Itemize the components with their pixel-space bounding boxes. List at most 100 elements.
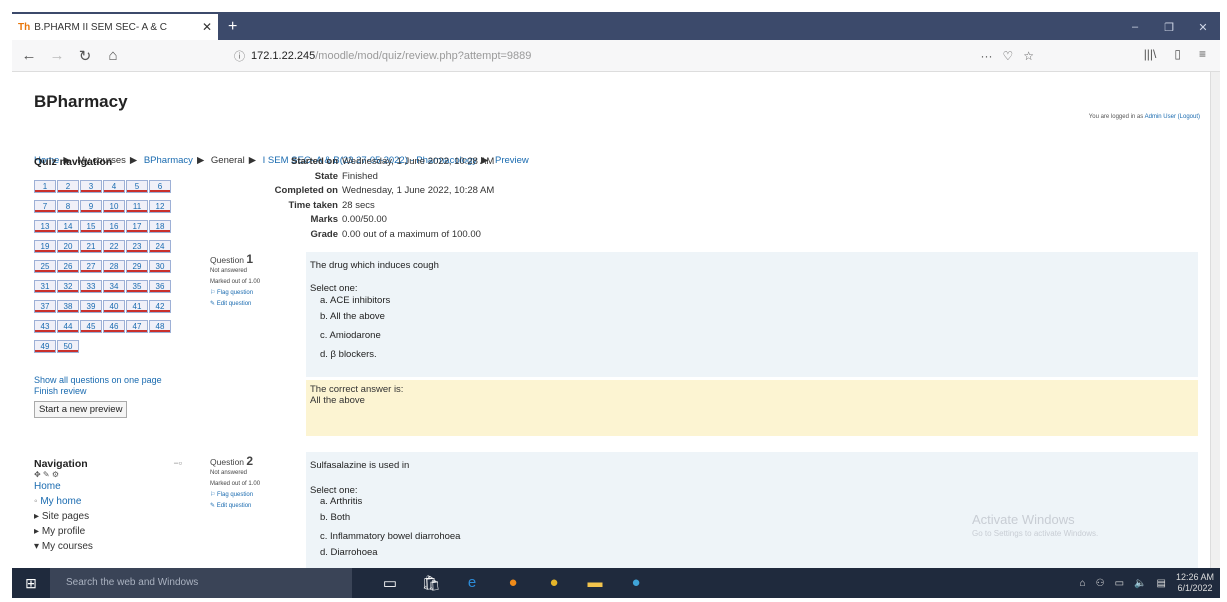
- windows-start-icon[interactable]: ⊞: [12, 575, 50, 592]
- quiz-question-button[interactable]: 19: [34, 240, 56, 253]
- user-link[interactable]: Admin User: [1145, 114, 1176, 120]
- store-icon[interactable]: 🛍: [421, 574, 441, 592]
- finish-review-link[interactable]: Finish review: [34, 386, 174, 397]
- quiz-question-button[interactable]: 26: [57, 260, 79, 273]
- quiz-question-button[interactable]: 37: [34, 300, 56, 313]
- quiz-question-button[interactable]: 35: [126, 280, 148, 293]
- quiz-question-button[interactable]: 21: [80, 240, 102, 253]
- quiz-question-button[interactable]: 34: [103, 280, 125, 293]
- nav-site-pages[interactable]: ▸ Site pages: [34, 509, 182, 524]
- quiz-question-button[interactable]: 40: [103, 300, 125, 313]
- quiz-question-button[interactable]: 42: [149, 300, 171, 313]
- breadcrumb-preview[interactable]: Preview: [495, 155, 529, 166]
- quiz-question-button[interactable]: 7: [34, 200, 56, 213]
- network-icon[interactable]: ⌂: [1080, 578, 1086, 589]
- start-new-preview-button[interactable]: Start a new preview: [34, 401, 128, 418]
- quiz-question-button[interactable]: 20: [57, 240, 79, 253]
- quiz-question-button[interactable]: 32: [57, 280, 79, 293]
- breadcrumb-course[interactable]: BPharmacy: [144, 155, 193, 166]
- url-bar[interactable]: ⓘ 172.1.22.245/moodle/mod/quiz/review.ph…: [234, 44, 1034, 68]
- pocket-icon[interactable]: ♡: [1002, 49, 1013, 63]
- quiz-question-button[interactable]: 29: [126, 260, 148, 273]
- quiz-question-button[interactable]: 1: [34, 180, 56, 193]
- edit-question-link[interactable]: ✎ Edit question: [210, 501, 310, 512]
- minimize-icon[interactable]: –: [1118, 21, 1152, 33]
- forward-icon[interactable]: →: [46, 47, 68, 64]
- show-all-questions-link[interactable]: Show all questions on one page: [34, 375, 174, 386]
- edit-question-link[interactable]: ✎ Edit question: [210, 299, 310, 310]
- nav-my-profile[interactable]: ▸ My profile: [34, 524, 182, 539]
- close-tab-icon[interactable]: ✕: [202, 20, 212, 34]
- bookmark-star-icon[interactable]: ☆: [1023, 49, 1034, 63]
- answer-option[interactable]: a. Arthritis: [306, 496, 1198, 508]
- file-explorer-icon[interactable]: ▬: [585, 574, 605, 592]
- quiz-question-button[interactable]: 6: [149, 180, 171, 193]
- taskbar-clock[interactable]: 12:26 AM 6/1/2022: [1176, 572, 1214, 594]
- edge-icon[interactable]: e: [462, 574, 482, 592]
- browser-tab[interactable]: Th B.PHARM II SEM SEC- A & C ✕: [12, 14, 218, 40]
- answer-option[interactable]: d. Diarrohoea: [306, 546, 1198, 560]
- quiz-question-button[interactable]: 28: [103, 260, 125, 273]
- task-view-icon[interactable]: ▭: [380, 574, 400, 592]
- nav-my-courses[interactable]: ▾ My courses: [34, 539, 182, 554]
- quiz-question-button[interactable]: 23: [126, 240, 148, 253]
- quiz-question-button[interactable]: 9: [80, 200, 102, 213]
- quiz-question-button[interactable]: 8: [57, 200, 79, 213]
- quiz-question-button[interactable]: 49: [34, 340, 56, 353]
- volume-icon[interactable]: 🔈: [1134, 578, 1146, 589]
- app-icon[interactable]: ●: [626, 574, 646, 592]
- quiz-question-button[interactable]: 27: [80, 260, 102, 273]
- vertical-scrollbar[interactable]: [1210, 72, 1220, 568]
- quiz-question-button[interactable]: 47: [126, 320, 148, 333]
- block-move-icons[interactable]: ✥ ✎ ⚙: [34, 470, 182, 479]
- quiz-question-button[interactable]: 50: [57, 340, 79, 353]
- quiz-question-button[interactable]: 16: [103, 220, 125, 233]
- breadcrumb-section[interactable]: General: [211, 155, 245, 166]
- quiz-question-button[interactable]: 22: [103, 240, 125, 253]
- quiz-question-button[interactable]: 14: [57, 220, 79, 233]
- firefox-icon[interactable]: ●: [503, 574, 523, 592]
- chrome-icon[interactable]: ●: [544, 574, 564, 592]
- page-actions-icon[interactable]: ···: [980, 49, 992, 63]
- quiz-question-button[interactable]: 43: [34, 320, 56, 333]
- quiz-question-button[interactable]: 10: [103, 200, 125, 213]
- quiz-question-button[interactable]: 46: [103, 320, 125, 333]
- quiz-question-button[interactable]: 3: [80, 180, 102, 193]
- answer-option[interactable]: a. ACE inhibitors: [306, 294, 1198, 307]
- taskbar-search[interactable]: Search the web and Windows: [50, 568, 352, 598]
- quiz-question-button[interactable]: 18: [149, 220, 171, 233]
- flag-question-link[interactable]: ⚐ Flag question: [210, 288, 310, 299]
- quiz-question-button[interactable]: 17: [126, 220, 148, 233]
- quiz-question-button[interactable]: 25: [34, 260, 56, 273]
- quiz-question-button[interactable]: 38: [57, 300, 79, 313]
- quiz-question-button[interactable]: 44: [57, 320, 79, 333]
- quiz-question-button[interactable]: 45: [80, 320, 102, 333]
- answer-option[interactable]: b. All the above: [306, 307, 1198, 326]
- quiz-question-button[interactable]: 33: [80, 280, 102, 293]
- notifications-icon[interactable]: ▤: [1157, 578, 1166, 589]
- new-tab-icon[interactable]: +: [228, 14, 237, 40]
- logout-link[interactable]: (Logout): [1178, 114, 1200, 120]
- nav-my-home[interactable]: ◦ My home: [34, 494, 182, 509]
- quiz-question-button[interactable]: 11: [126, 200, 148, 213]
- quiz-question-button[interactable]: 30: [149, 260, 171, 273]
- flag-question-link[interactable]: ⚐ Flag question: [210, 490, 310, 501]
- people-icon[interactable]: ⚇: [1096, 578, 1105, 589]
- quiz-question-button[interactable]: 39: [80, 300, 102, 313]
- back-icon[interactable]: ←: [18, 47, 40, 64]
- reload-icon[interactable]: ↻: [74, 47, 96, 65]
- battery-icon[interactable]: ▭: [1115, 578, 1124, 589]
- quiz-question-button[interactable]: 48: [149, 320, 171, 333]
- quiz-question-button[interactable]: 15: [80, 220, 102, 233]
- quiz-question-button[interactable]: 4: [103, 180, 125, 193]
- menu-icon[interactable]: ≡: [1199, 47, 1206, 61]
- nav-home[interactable]: Home: [34, 479, 182, 494]
- quiz-question-button[interactable]: 12: [149, 200, 171, 213]
- quiz-question-button[interactable]: 36: [149, 280, 171, 293]
- quiz-question-button[interactable]: 5: [126, 180, 148, 193]
- library-icon[interactable]: |||\: [1144, 47, 1157, 61]
- sidebar-icon[interactable]: ▯: [1174, 47, 1181, 61]
- quiz-question-button[interactable]: 24: [149, 240, 171, 253]
- close-window-icon[interactable]: ✕: [1186, 21, 1220, 34]
- quiz-question-button[interactable]: 31: [34, 280, 56, 293]
